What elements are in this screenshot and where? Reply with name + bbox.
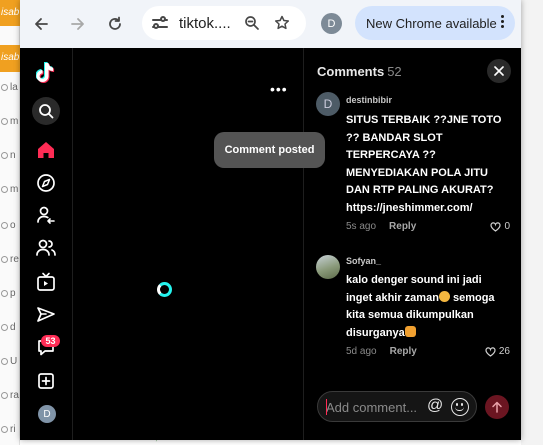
comment-username[interactable]: Sofyan_: [346, 256, 381, 266]
reply-button[interactable]: Reply: [389, 221, 416, 232]
address-bar[interactable]: tiktok....: [142, 6, 306, 40]
background-row: o: [0, 220, 20, 236]
background-row: ra: [0, 390, 20, 406]
background-row: m: [0, 116, 20, 132]
emoji-icon[interactable]: [451, 398, 469, 416]
background-row: d: [0, 322, 20, 338]
comment-text: SITUS TERBAIK ??JNE TOTO ?? BANDAR SLOT …: [346, 114, 502, 214]
comment-meta: 5d ago Reply: [346, 346, 417, 357]
comment-input-box[interactable]: @: [317, 391, 477, 422]
text-caret: [326, 399, 327, 415]
inbox-badge: 53: [41, 335, 60, 347]
comment-username[interactable]: destinbibir: [346, 95, 392, 105]
comments-title: Comments: [317, 64, 385, 79]
new-chrome-label: New Chrome available: [366, 16, 497, 31]
background-scroll-area: [521, 0, 543, 445]
upload-icon[interactable]: [33, 368, 59, 394]
comments-count: 52: [387, 64, 402, 79]
comment-posted-toast: Comment posted: [214, 132, 325, 168]
new-chrome-available-button[interactable]: New Chrome available: [355, 6, 515, 40]
following-icon[interactable]: [33, 202, 59, 228]
heart-icon: [485, 346, 496, 357]
comment-meta: 5s ago Reply: [346, 221, 416, 232]
friends-icon[interactable]: [33, 235, 59, 261]
comment-input[interactable]: [326, 398, 426, 416]
background-list: isab isab la m n m o re p d U ra ri: [0, 0, 20, 445]
background-tab: isab: [0, 45, 20, 72]
comments-panel: Comments 52 D destinbibir SITUS TERBAIK ?…: [303, 48, 521, 440]
more-options-icon[interactable]: •••: [270, 81, 288, 97]
post-comment-button[interactable]: [485, 395, 509, 419]
live-icon[interactable]: [33, 269, 59, 295]
background-row: n: [0, 150, 20, 166]
browser-toolbar: tiktok.... D New Chrome available: [20, 0, 521, 48]
messages-icon[interactable]: [33, 302, 59, 328]
background-row: ri: [0, 424, 20, 440]
like-button[interactable]: 26: [485, 346, 510, 357]
heart-icon: [490, 221, 502, 232]
comment-time: 5s ago: [346, 221, 377, 232]
reply-button[interactable]: Reply: [390, 346, 417, 357]
address-text[interactable]: tiktok....: [179, 15, 231, 32]
more-vert-icon[interactable]: [501, 15, 505, 31]
back-arrow-icon[interactable]: [27, 10, 55, 38]
comment-avatar[interactable]: D: [316, 92, 340, 116]
tiktok-logo-icon[interactable]: [33, 59, 59, 85]
comments-header: Comments 52: [317, 64, 402, 79]
explore-icon[interactable]: [33, 170, 59, 196]
forward-arrow-icon[interactable]: [64, 10, 92, 38]
background-tab: isab: [0, 0, 20, 26]
comment-avatar[interactable]: [316, 255, 340, 279]
background-row: U: [0, 356, 20, 372]
background-row: re: [0, 254, 20, 270]
like-button[interactable]: 0: [490, 221, 510, 232]
tiktok-sidebar: 53 D: [20, 48, 73, 440]
sad-face-emoji: [438, 290, 450, 302]
chrome-profile-avatar[interactable]: D: [321, 13, 342, 34]
like-count: 0: [504, 221, 510, 232]
arrow-up-icon: [492, 401, 502, 413]
comment-time: 5d ago: [346, 346, 377, 357]
background-row: la: [0, 82, 20, 98]
popup-window: tiktok.... D New Chrome available 53 D •…: [20, 0, 521, 440]
like-count: 26: [498, 346, 510, 357]
site-settings-icon[interactable]: [152, 16, 168, 30]
background-row: m: [0, 184, 20, 200]
close-comments-button[interactable]: [487, 59, 511, 83]
background-row: p: [0, 288, 20, 304]
zoom-icon[interactable]: [238, 9, 266, 37]
video-player[interactable]: •••: [74, 48, 303, 440]
praying-hands-emoji: [404, 325, 416, 337]
mention-icon[interactable]: @: [427, 397, 443, 415]
bookmark-star-icon[interactable]: [268, 9, 296, 37]
comment-text: kalo denger sound ini jadi inget akhir z…: [346, 274, 495, 339]
loading-spinner: [157, 282, 172, 297]
search-icon: [39, 104, 54, 119]
profile-avatar[interactable]: D: [38, 405, 56, 423]
reload-icon[interactable]: [101, 10, 129, 38]
close-icon: [494, 66, 504, 76]
home-icon[interactable]: [33, 137, 59, 163]
search-button[interactable]: [32, 97, 60, 125]
